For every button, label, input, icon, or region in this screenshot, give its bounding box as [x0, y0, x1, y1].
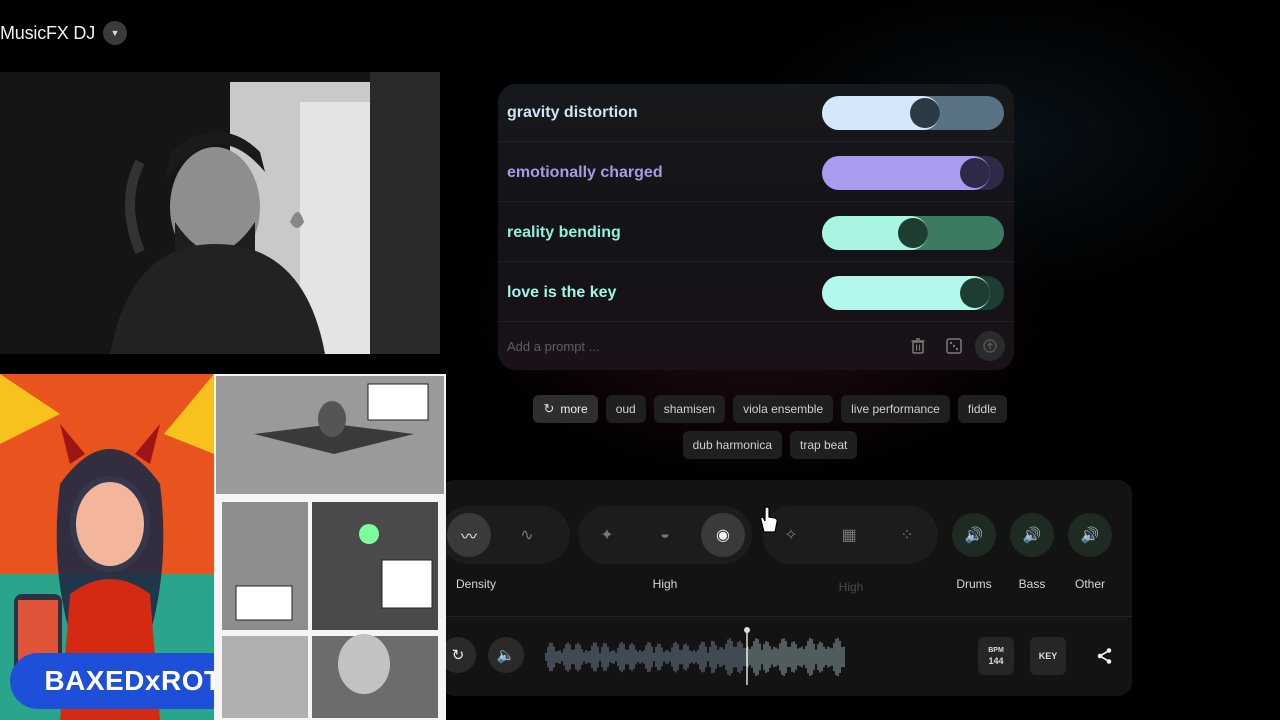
slider-knob[interactable]	[898, 217, 928, 248]
comic-image-left: BAXEDxROT	[0, 374, 214, 720]
slider-knob[interactable]	[909, 97, 940, 128]
comic-image-right	[214, 374, 446, 720]
bpm-value: 144	[988, 656, 1004, 666]
prompt-row: emotionally charged	[498, 144, 1014, 202]
suggestion-chip[interactable]: shamisen	[653, 395, 726, 423]
channel-badge-text: BAXEDxROT	[44, 665, 214, 696]
trash-icon[interactable]	[903, 331, 933, 361]
suggestion-chip[interactable]: dub harmonica	[682, 431, 782, 459]
key-label: KEY	[1038, 651, 1058, 661]
chevron-down-icon[interactable]: ▼	[103, 21, 128, 45]
prompt-weight-slider[interactable]	[822, 155, 1004, 190]
prompt-weight-slider[interactable]	[822, 215, 1004, 250]
transport-bar: ↻ 🔈 BPM 144 KEY	[440, 616, 1132, 688]
slider-knob[interactable]	[960, 277, 991, 308]
app-title: MusicFX DJ	[0, 22, 96, 43]
waveform[interactable]	[544, 627, 854, 687]
suggestion-chip[interactable]: viola ensemble	[733, 395, 834, 423]
mode-control: ✧ ▦ ⁘	[762, 506, 938, 564]
speaker-icon[interactable]: 🔊	[952, 513, 996, 557]
prompt-label[interactable]: reality bending	[507, 224, 822, 242]
brightness-mid-button[interactable]: ◒	[643, 513, 687, 557]
slider-knob[interactable]	[960, 157, 991, 188]
app-header: MusicFX DJ ▼	[0, 18, 128, 48]
prompt-row: love is the key	[498, 264, 1014, 322]
speaker-icon[interactable]: 🔊	[1010, 513, 1054, 557]
key-button[interactable]: KEY	[1030, 637, 1066, 675]
suggestion-chips: ↻ more oud shamisen viola ensemble live …	[440, 395, 1100, 459]
channel-badge: BAXEDxROT	[10, 653, 214, 709]
speaker-icon[interactable]: 🔈	[488, 637, 524, 673]
more-label: more	[560, 402, 588, 416]
suggestion-chip[interactable]: trap beat	[790, 431, 858, 459]
brightness-label: High	[652, 577, 678, 591]
prompt-label[interactable]: gravity distortion	[507, 104, 822, 122]
prompt-list: gravity distortion emotionally charged r…	[498, 84, 1014, 370]
dice-icon[interactable]	[939, 331, 969, 361]
bpm-button[interactable]: BPM 144	[978, 637, 1014, 675]
control-panel: 〰 ∿ ✦ ◒ ◉ ✧ ▦ ⁘ Density High High 🔊 🔊 🔊 …	[440, 480, 1132, 696]
dots-icon[interactable]: ⁘	[885, 513, 929, 557]
density-control: 〰 ∿	[440, 506, 570, 564]
prompt-row: reality bending	[498, 204, 1014, 262]
speaker-icon[interactable]: 🔊	[1068, 513, 1112, 557]
prompt-label[interactable]: love is the key	[507, 284, 822, 302]
add-prompt-input[interactable]	[507, 338, 897, 354]
prompt-weight-slider[interactable]	[822, 95, 1004, 130]
brightness-high-button[interactable]: ◉	[701, 513, 745, 557]
mouse-cursor-icon	[760, 506, 778, 533]
suggestion-chip[interactable]: fiddle	[957, 395, 1007, 423]
grid-icon[interactable]: ▦	[827, 513, 871, 557]
send-icon[interactable]	[975, 331, 1005, 361]
refresh-icon: ↻	[543, 401, 555, 416]
brightness-control: ✦ ◒ ◉	[578, 506, 752, 564]
density-high-button[interactable]: ∿	[505, 513, 549, 557]
prompt-label[interactable]: emotionally charged	[507, 164, 822, 182]
playhead-handle	[744, 627, 750, 633]
add-prompt-row	[498, 326, 1014, 366]
webcam-overlay	[0, 72, 440, 354]
bpm-label: BPM	[988, 647, 1004, 654]
instrument-label: Bass	[1018, 577, 1046, 591]
prompt-row: gravity distortion	[498, 84, 1014, 142]
suggestion-chip[interactable]: oud	[605, 395, 646, 423]
more-suggestions-button[interactable]: ↻ more	[533, 395, 598, 423]
mode-label: High	[838, 580, 864, 594]
instrument-label: Drums	[956, 577, 992, 591]
density-label: Density	[455, 577, 496, 591]
suggestion-chip[interactable]: live performance	[841, 395, 950, 423]
density-low-button[interactable]: 〰	[447, 513, 491, 557]
prompt-weight-slider[interactable]	[822, 275, 1004, 310]
sparkle-icon[interactable]: ✦	[585, 513, 629, 557]
instrument-label: Other	[1074, 577, 1105, 591]
share-icon[interactable]	[1088, 639, 1122, 673]
